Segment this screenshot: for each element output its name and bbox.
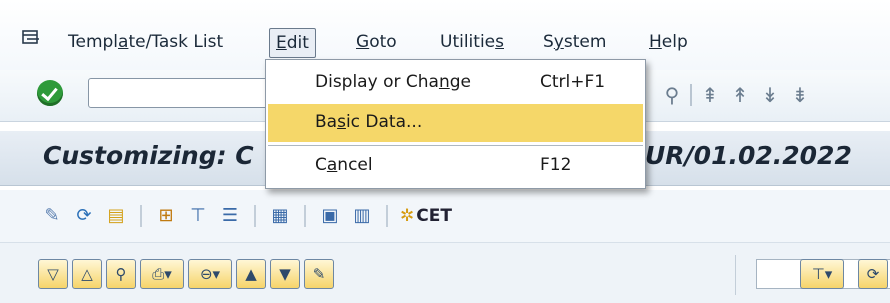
filter-dropdown-icon[interactable]: ⊤▾ bbox=[800, 259, 844, 289]
menu-help[interactable]: Help bbox=[643, 28, 694, 58]
menu-system[interactable]: System bbox=[537, 28, 612, 58]
move-up-icon[interactable]: ▲ bbox=[236, 259, 266, 289]
shortcut-label: Ctrl+F1 bbox=[540, 72, 606, 92]
find-icon[interactable]: ⚲ bbox=[106, 259, 136, 289]
documentation-icon[interactable]: ▤ bbox=[104, 204, 128, 228]
page-title-suffix: UR/01.02.2022 bbox=[645, 141, 852, 170]
command-field[interactable] bbox=[88, 78, 288, 108]
refresh-grid-icon[interactable]: ⟳ bbox=[858, 259, 888, 289]
last-page-icon[interactable]: ⇟ bbox=[788, 83, 812, 107]
menu-item-cancel[interactable]: Cancel F12 bbox=[268, 147, 643, 185]
application-toolbar: ✎ ⟳ ▤ ⊞ ⊤ ☰ ▦ ▣ ▥ ✲ CET bbox=[0, 190, 890, 242]
page-title: Customizing: C bbox=[43, 141, 254, 170]
shortcut-label: F12 bbox=[540, 155, 572, 175]
enter-check-icon[interactable] bbox=[37, 80, 63, 106]
grid-toolbar: ▽ △ ⚲ ⎙▾ ⊖▾ ▲ ▼ ✎ ⊤▾ ⟳ bbox=[0, 242, 890, 303]
layout-dropdown-icon[interactable]: ⊖▾ bbox=[188, 259, 232, 289]
menu-edit[interactable]: Edit bbox=[269, 28, 316, 58]
delete-icon[interactable]: ▥ bbox=[350, 204, 374, 228]
print-dropdown-icon[interactable]: ⎙▾ bbox=[140, 259, 184, 289]
list-icon[interactable]: ☰ bbox=[218, 204, 242, 228]
cet-button[interactable]: ✲ CET bbox=[400, 206, 452, 226]
display-change-glasses-icon[interactable]: ✎ bbox=[40, 204, 64, 228]
hierarchy-icon[interactable]: ⊞ bbox=[154, 204, 178, 228]
cet-icon: ✲ bbox=[400, 206, 415, 226]
expand-all-icon[interactable]: ▽ bbox=[38, 259, 68, 289]
export-icon[interactable]: ▣ bbox=[318, 204, 342, 228]
menu-template-task-list[interactable]: Template/Task List bbox=[62, 28, 229, 58]
menu-utilities[interactable]: Utilities bbox=[434, 28, 510, 58]
menu-item-display-or-change[interactable]: Display or Change Ctrl+F1 bbox=[268, 64, 643, 102]
toolbar-separator bbox=[690, 84, 692, 106]
menu-item-basic-data[interactable]: Basic Data... bbox=[268, 104, 643, 142]
find-binoculars-icon[interactable]: ⚲ bbox=[660, 83, 684, 107]
next-page-icon[interactable]: ↡ bbox=[758, 83, 782, 107]
menu-corner-icon[interactable] bbox=[22, 30, 40, 46]
edit-menu-dropdown: Display or Change Ctrl+F1 Basic Data... … bbox=[265, 59, 646, 189]
move-down-icon[interactable]: ▼ bbox=[270, 259, 300, 289]
edit-icon[interactable]: ✎ bbox=[304, 259, 334, 289]
collapse-all-icon[interactable]: △ bbox=[72, 259, 102, 289]
menu-goto[interactable]: Goto bbox=[350, 28, 403, 58]
previous-page-icon[interactable]: ↟ bbox=[728, 83, 752, 107]
menu-separator bbox=[268, 145, 643, 146]
first-page-icon[interactable]: ⇞ bbox=[698, 83, 722, 107]
filter-icon[interactable]: ⊤ bbox=[186, 204, 210, 228]
refresh-icon[interactable]: ⟳ bbox=[72, 204, 96, 228]
columns-icon[interactable]: ▦ bbox=[268, 204, 292, 228]
